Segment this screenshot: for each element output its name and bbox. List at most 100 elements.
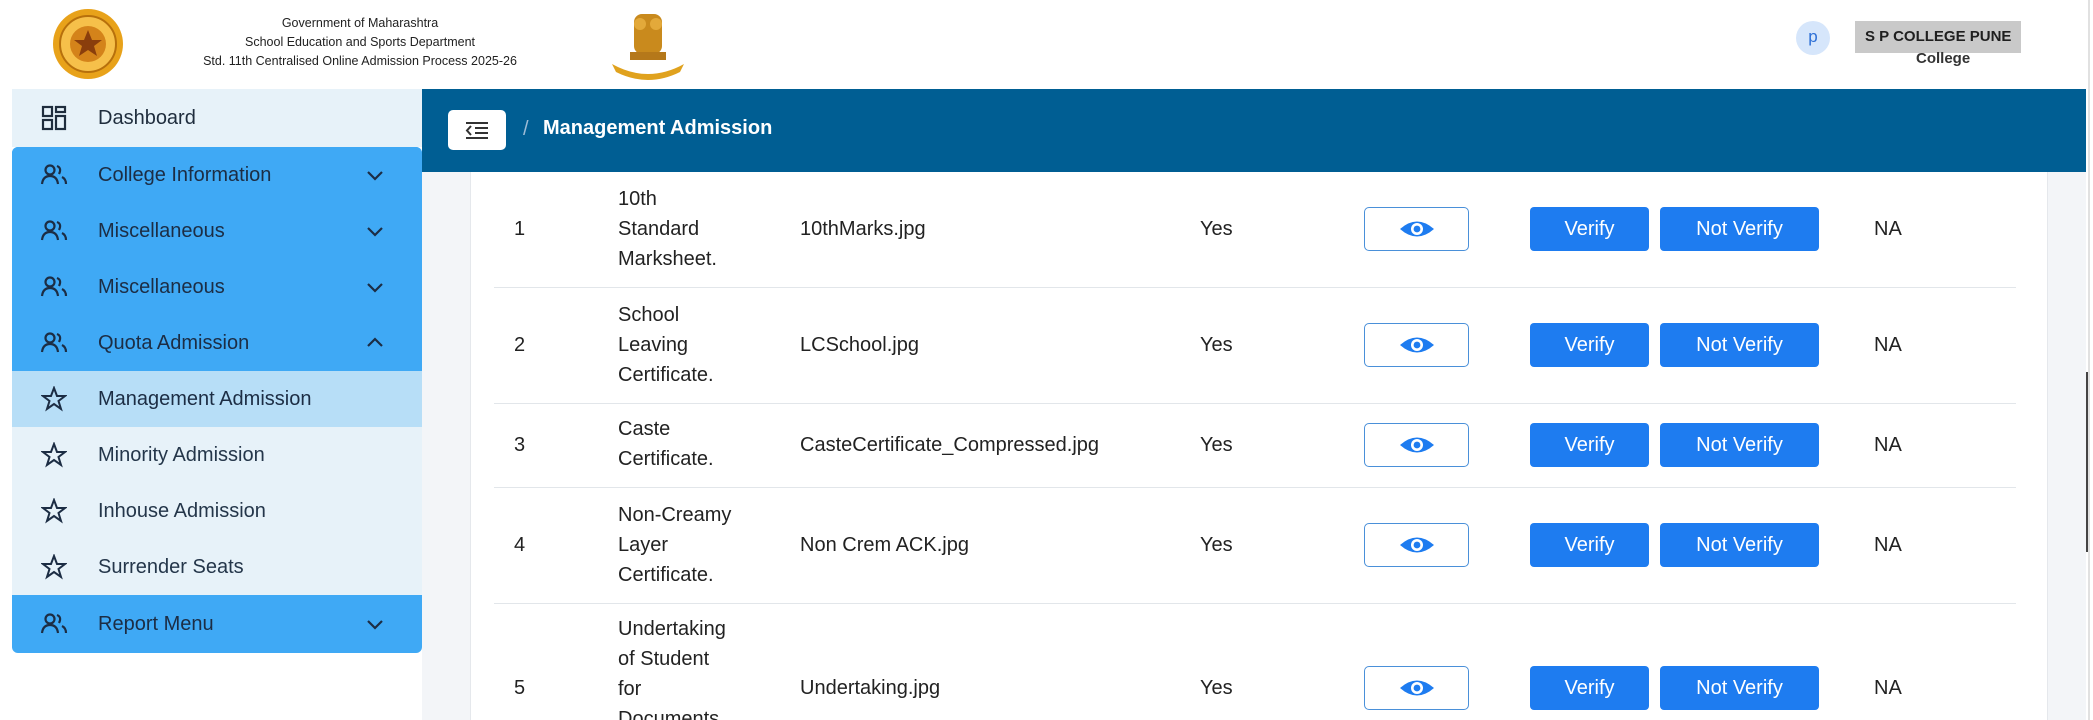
star-icon: [40, 553, 68, 581]
view-document-button[interactable]: [1364, 666, 1469, 710]
verification-status: NA: [1874, 334, 1902, 356]
users-icon: [40, 161, 68, 189]
star-icon: [40, 497, 68, 525]
not-verify-button[interactable]: Not Verify: [1660, 423, 1819, 467]
sidebar-item-label: Surrender Seats: [98, 555, 244, 578]
row-number: 3: [514, 434, 526, 456]
eye-icon: [1399, 337, 1434, 353]
maharashtra-seal-logo: [53, 9, 123, 79]
sidebar-item-report-menu[interactable]: Report Menu: [12, 595, 422, 653]
sidebar-item-label: College Information: [98, 163, 272, 186]
file-name: LCSchool.jpg: [800, 334, 919, 356]
table-row: 3 Caste Certificate. CasteCertificate_Co…: [494, 404, 2016, 488]
sidebar-toggle-button[interactable]: [448, 110, 506, 150]
sidebar-item-quota-admission[interactable]: Quota Admission: [12, 315, 422, 371]
file-name: 10thMarks.jpg: [800, 218, 926, 240]
not-verify-button[interactable]: Not Verify: [1660, 523, 1819, 567]
page-header: Government of Maharashtra School Educati…: [0, 0, 2093, 89]
sidebar-item-college-information[interactable]: College Information: [12, 147, 422, 203]
college-name: S P COLLEGE PUNE: [1855, 21, 2022, 53]
sidebar-item-miscellaneous-2[interactable]: Miscellaneous: [12, 259, 422, 315]
view-document-button[interactable]: [1364, 207, 1469, 251]
sidebar-item-label: Minority Admission: [98, 443, 265, 466]
sidebar-item-miscellaneous-1[interactable]: Miscellaneous: [12, 203, 422, 259]
row-number: 2: [514, 334, 526, 356]
row-number: 5: [514, 677, 526, 699]
uploaded-status: Yes: [1200, 534, 1233, 556]
scrollbar-handle[interactable]: [2086, 372, 2092, 552]
sidebar-item-dashboard[interactable]: Dashboard: [12, 89, 422, 147]
uploaded-status: Yes: [1200, 677, 1233, 699]
verify-button[interactable]: Verify: [1530, 323, 1649, 367]
document-name: Undertaking of Student for Documents: [618, 618, 726, 720]
verification-status: NA: [1874, 677, 1902, 699]
table-row: 5 Undertaking of Student for Documents U…: [494, 604, 2016, 720]
chevron-up-icon: [367, 337, 383, 347]
sidebar-item-label: Report Menu: [98, 612, 214, 635]
sidebar-item-management-admission[interactable]: Management Admission: [12, 371, 422, 427]
table-row: 1 10th Standard Marksheet. 10thMarks.jpg…: [494, 172, 2016, 288]
breadcrumb-bar: / Management Admission: [422, 89, 2086, 172]
header-line-government: Government of Maharashtra: [281, 16, 439, 30]
document-name: Non-Creamy Layer Certificate.: [618, 504, 732, 586]
view-document-button[interactable]: [1364, 323, 1469, 367]
users-icon: [40, 273, 68, 301]
chevron-down-icon: [367, 227, 383, 237]
not-verify-button[interactable]: Not Verify: [1660, 666, 1819, 710]
chevron-down-icon: [367, 171, 383, 181]
menu-collapse-icon: [465, 122, 488, 139]
file-name: CasteCertificate_Compressed.jpg: [800, 434, 1100, 456]
verification-status: NA: [1874, 534, 1902, 556]
view-document-button[interactable]: [1364, 423, 1469, 467]
verify-button[interactable]: Verify: [1530, 666, 1649, 710]
document-name: School Leaving Certificate.: [618, 304, 714, 386]
page-title: Management Admission: [543, 117, 773, 139]
sidebar-item-minority-admission[interactable]: Minority Admission: [12, 427, 422, 483]
table-row: 4 Non-Creamy Layer Certificate. Non Crem…: [494, 488, 2016, 604]
eye-icon: [1399, 537, 1434, 553]
users-icon: [40, 329, 68, 357]
sidebar-item-label: Quota Admission: [98, 331, 250, 354]
verification-status: NA: [1874, 218, 1902, 240]
sidebar-item-label: Miscellaneous: [98, 275, 225, 298]
eye-icon: [1399, 221, 1434, 237]
sidebar-item-label: Management Admission: [98, 387, 312, 410]
sidebar-item-label: Miscellaneous: [98, 219, 225, 242]
dashboard-grid-icon: [40, 104, 68, 132]
window-edge: [2088, 0, 2090, 720]
verify-button[interactable]: Verify: [1530, 423, 1649, 467]
not-verify-button[interactable]: Not Verify: [1660, 207, 1819, 251]
document-name: 10th Standard Marksheet.: [618, 188, 717, 270]
row-number: 1: [514, 218, 526, 240]
document-name: Caste Certificate.: [618, 418, 714, 470]
user-avatar[interactable]: p: [1796, 21, 1830, 55]
view-document-button[interactable]: [1364, 523, 1469, 567]
chevron-down-icon: [367, 620, 383, 630]
file-name: Non Crem ACK.jpg: [800, 534, 969, 556]
star-icon: [40, 441, 68, 469]
breadcrumb-separator: /: [523, 118, 529, 140]
uploaded-status: Yes: [1200, 434, 1233, 456]
header-line-process: Std. 11th Centralised Online Admission P…: [203, 54, 517, 68]
eye-icon: [1399, 437, 1434, 453]
file-name: Undertaking.jpg: [800, 677, 941, 699]
row-number: 4: [514, 534, 526, 556]
chevron-down-icon: [367, 283, 383, 293]
sidebar-item-surrender-seats[interactable]: Surrender Seats: [12, 539, 422, 595]
sidebar-item-label: Inhouse Admission: [98, 499, 266, 522]
verify-button[interactable]: Verify: [1530, 523, 1649, 567]
verify-button[interactable]: Verify: [1530, 207, 1649, 251]
table-row: 2 School Leaving Certificate. LCSchool.j…: [494, 288, 2016, 404]
sidebar-item-label: Dashboard: [98, 106, 196, 129]
not-verify-button[interactable]: Not Verify: [1660, 323, 1819, 367]
star-icon: [40, 385, 68, 413]
national-emblem-logo: [612, 14, 684, 80]
eye-icon: [1399, 680, 1434, 696]
uploaded-status: Yes: [1200, 334, 1233, 356]
header-title-block: Government of Maharashtra School Educati…: [190, 14, 530, 71]
users-icon: [40, 610, 68, 638]
users-icon: [40, 217, 68, 245]
sidebar: Dashboard College Information Miscellane…: [0, 89, 422, 720]
header-line-department: School Education and Sports Department: [245, 35, 475, 49]
sidebar-item-inhouse-admission[interactable]: Inhouse Admission: [12, 483, 422, 539]
